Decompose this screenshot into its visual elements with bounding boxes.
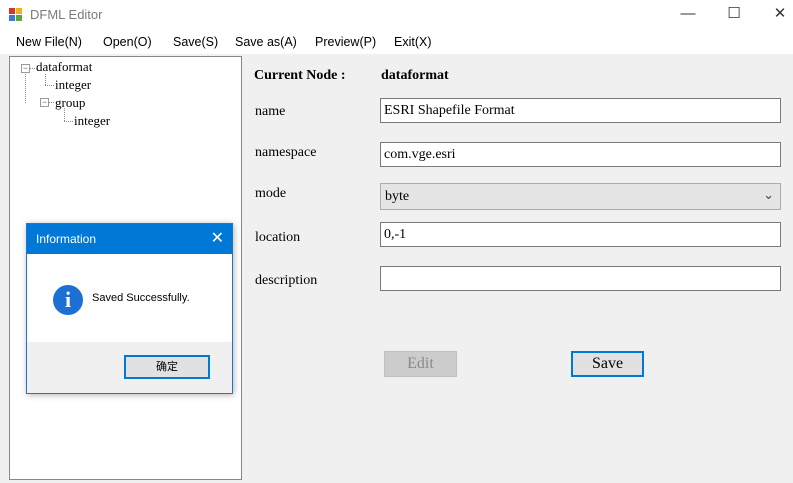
menu-exit[interactable]: Exit(X) [394, 35, 432, 49]
name-label: name [255, 104, 286, 119]
minimize-button[interactable]: — [665, 0, 711, 30]
maximize-button[interactable]: ☐ [711, 0, 757, 30]
edit-button[interactable]: Edit [384, 351, 457, 377]
app-icon [9, 8, 23, 22]
dialog-title: Information [36, 232, 97, 246]
collapse-group-icon[interactable]: − [40, 98, 49, 107]
name-field[interactable] [380, 98, 781, 123]
menu-bar: New File(N) Open(O) Save(S) Save as(A) P… [0, 30, 793, 54]
tree-node-dataformat[interactable]: dataformat [36, 59, 92, 75]
menu-new-file[interactable]: New File(N) [16, 35, 82, 49]
namespace-field[interactable] [380, 142, 781, 167]
dialog-title-bar: Information ✕ [27, 224, 232, 254]
collapse-dataformat-icon[interactable]: − [21, 64, 30, 73]
menu-preview[interactable]: Preview(P) [315, 35, 376, 49]
current-node-label: Current Node : [254, 68, 346, 83]
ok-button[interactable]: 确定 [124, 355, 210, 379]
dialog-close-icon[interactable]: ✕ [211, 228, 224, 248]
namespace-label: namespace [255, 145, 317, 160]
information-dialog: Information ✕ i Saved Successfully. 确定 [26, 223, 233, 394]
current-node-value: dataformat [381, 68, 449, 83]
tree-node-group[interactable]: group [55, 95, 85, 111]
chevron-down-icon: ⌄ [763, 187, 774, 202]
tree-node-group-integer[interactable]: integer [74, 113, 110, 129]
description-label: description [255, 273, 318, 288]
close-button[interactable]: ✕ [757, 0, 793, 30]
menu-open[interactable]: Open(O) [103, 35, 152, 49]
tree-node-integer[interactable]: integer [55, 77, 91, 93]
menu-save-as[interactable]: Save as(A) [235, 35, 297, 49]
dialog-footer: 确定 [27, 342, 232, 393]
mode-label: mode [255, 186, 287, 201]
dialog-message: Saved Successfully. [92, 292, 190, 304]
title-bar: DFML Editor — ☐ ✕ [0, 0, 793, 30]
window-title: DFML Editor [30, 7, 103, 22]
save-button[interactable]: Save [571, 351, 644, 377]
mode-select[interactable]: byte ⌄ [380, 183, 781, 210]
location-field[interactable] [380, 222, 781, 247]
info-icon: i [53, 285, 83, 315]
location-label: location [255, 230, 301, 245]
mode-selected-value: byte [385, 189, 410, 204]
menu-save[interactable]: Save(S) [173, 35, 218, 49]
description-field[interactable] [380, 266, 781, 291]
